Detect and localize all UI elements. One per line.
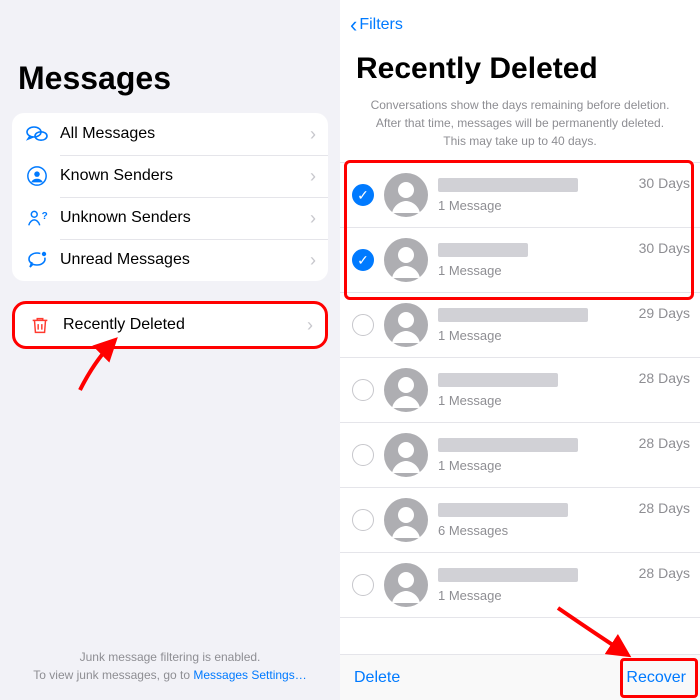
days-remaining: 30 Days bbox=[639, 173, 690, 191]
footer-line1: Junk message filtering is enabled. bbox=[0, 648, 340, 666]
days-remaining: 28 Days bbox=[639, 563, 690, 581]
messages-filters-pane: Messages All Messages › Known Senders › … bbox=[0, 0, 340, 700]
conversation-body: 1 Message bbox=[438, 243, 633, 278]
conversation-row[interactable]: 1 Message 28 Days bbox=[340, 553, 700, 618]
conversation-body: 6 Messages bbox=[438, 503, 633, 538]
conversation-list: ✓ 1 Message 30 Days ✓ 1 Message 30 Days 1 Mess… bbox=[340, 162, 700, 618]
chevron-left-icon: ‹ bbox=[350, 14, 357, 36]
checkbox-unchecked-icon[interactable] bbox=[352, 509, 374, 531]
checkbox-unchecked-icon[interactable] bbox=[352, 574, 374, 596]
chevron-right-icon: › bbox=[307, 315, 313, 336]
page-title: Messages bbox=[0, 0, 340, 113]
filter-label: Known Senders bbox=[60, 167, 310, 185]
filter-label: Unread Messages bbox=[60, 251, 310, 269]
avatar-icon bbox=[384, 238, 428, 282]
message-count: 1 Message bbox=[438, 393, 633, 408]
days-remaining: 28 Days bbox=[639, 433, 690, 451]
conversation-row[interactable]: 1 Message 29 Days bbox=[340, 293, 700, 358]
redacted-name bbox=[438, 568, 578, 582]
conversation-row[interactable]: 1 Message 28 Days bbox=[340, 358, 700, 423]
checkbox-checked-icon[interactable]: ✓ bbox=[352, 184, 374, 206]
chevron-right-icon: › bbox=[310, 166, 316, 187]
back-label: Filters bbox=[359, 16, 403, 34]
days-remaining: 30 Days bbox=[639, 238, 690, 256]
filter-label: All Messages bbox=[60, 125, 310, 143]
checkbox-unchecked-icon[interactable] bbox=[352, 444, 374, 466]
days-remaining: 29 Days bbox=[639, 303, 690, 321]
unread-bubble-icon bbox=[24, 247, 50, 273]
footer-note: Junk message filtering is enabled. To vi… bbox=[0, 648, 340, 684]
trash-icon bbox=[27, 312, 53, 338]
delete-button[interactable]: Delete bbox=[354, 669, 400, 687]
chevron-right-icon: › bbox=[310, 250, 316, 271]
messages-settings-link[interactable]: Messages Settings… bbox=[193, 668, 306, 682]
conversation-row[interactable]: 1 Message 28 Days bbox=[340, 423, 700, 488]
person-question-icon: ? bbox=[24, 205, 50, 231]
filter-all-messages[interactable]: All Messages › bbox=[12, 113, 328, 155]
conversation-body: 1 Message bbox=[438, 438, 633, 473]
recently-deleted-pane: ‹ Filters Recently Deleted Conversations… bbox=[340, 0, 700, 700]
avatar-icon bbox=[384, 498, 428, 542]
conversation-row[interactable]: 6 Messages 28 Days bbox=[340, 488, 700, 553]
conversation-body: 1 Message bbox=[438, 308, 633, 343]
recover-button[interactable]: Recover bbox=[626, 669, 686, 687]
recently-deleted-group: Recently Deleted › bbox=[12, 301, 328, 349]
redacted-name bbox=[438, 178, 578, 192]
days-remaining: 28 Days bbox=[639, 498, 690, 516]
avatar-icon bbox=[384, 433, 428, 477]
chat-bubbles-icon bbox=[24, 121, 50, 147]
message-count: 1 Message bbox=[438, 588, 633, 603]
filter-known-senders[interactable]: Known Senders › bbox=[12, 155, 328, 197]
chevron-right-icon: › bbox=[310, 208, 316, 229]
avatar-icon bbox=[384, 173, 428, 217]
conversation-row[interactable]: ✓ 1 Message 30 Days bbox=[340, 228, 700, 293]
conversation-row[interactable]: ✓ 1 Message 30 Days bbox=[340, 163, 700, 228]
bottom-toolbar: Delete Recover bbox=[340, 654, 700, 700]
page-title: Recently Deleted bbox=[340, 42, 700, 96]
conversation-body: 1 Message bbox=[438, 373, 633, 408]
filter-unread-messages[interactable]: Unread Messages › bbox=[12, 239, 328, 281]
conversation-body: 1 Message bbox=[438, 178, 633, 213]
avatar-icon bbox=[384, 368, 428, 412]
filter-label: Unknown Senders bbox=[60, 209, 310, 227]
filter-label: Recently Deleted bbox=[63, 316, 307, 334]
redacted-name bbox=[438, 438, 578, 452]
message-count: 1 Message bbox=[438, 263, 633, 278]
avatar-icon bbox=[384, 303, 428, 347]
checkbox-unchecked-icon[interactable] bbox=[352, 379, 374, 401]
redacted-name bbox=[438, 503, 568, 517]
avatar-icon bbox=[384, 563, 428, 607]
filter-unknown-senders[interactable]: ? Unknown Senders › bbox=[12, 197, 328, 239]
info-text: Conversations show the days remaining be… bbox=[340, 96, 700, 162]
message-count: 1 Message bbox=[438, 328, 633, 343]
days-remaining: 28 Days bbox=[639, 368, 690, 386]
checkbox-unchecked-icon[interactable] bbox=[352, 314, 374, 336]
redacted-name bbox=[438, 308, 588, 322]
redacted-name bbox=[438, 373, 558, 387]
conversation-body: 1 Message bbox=[438, 568, 633, 603]
footer-line2: To view junk messages, go to Messages Se… bbox=[0, 666, 340, 684]
svg-text:?: ? bbox=[42, 211, 48, 222]
checkbox-checked-icon[interactable]: ✓ bbox=[352, 249, 374, 271]
person-circle-icon bbox=[24, 163, 50, 189]
redacted-name bbox=[438, 243, 528, 257]
message-count: 6 Messages bbox=[438, 523, 633, 538]
back-button[interactable]: ‹ Filters bbox=[340, 0, 700, 42]
message-count: 1 Message bbox=[438, 458, 633, 473]
filter-list: All Messages › Known Senders › ? Unknown… bbox=[12, 113, 328, 281]
filter-recently-deleted[interactable]: Recently Deleted › bbox=[15, 304, 325, 346]
chevron-right-icon: › bbox=[310, 124, 316, 145]
message-count: 1 Message bbox=[438, 198, 633, 213]
